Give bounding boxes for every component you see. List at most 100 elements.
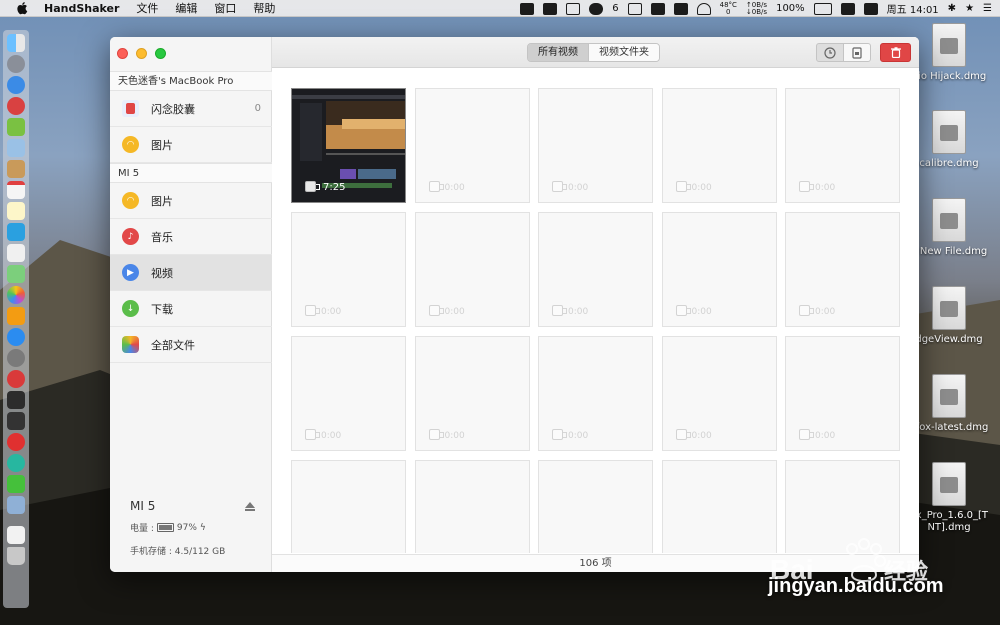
- clock[interactable]: 周五 14:01: [887, 1, 939, 16]
- battery-app-icon[interactable]: [650, 2, 665, 15]
- star-icon[interactable]: ★: [965, 3, 974, 14]
- video-camera-icon: [810, 308, 814, 314]
- video-cell[interactable]: 0:00: [661, 460, 777, 553]
- close-button[interactable]: [117, 48, 128, 59]
- finder-icon[interactable]: [7, 34, 25, 52]
- wifi-icon[interactable]: [696, 2, 711, 15]
- terminal-icon[interactable]: [7, 412, 25, 430]
- video-duration: 0:00: [444, 183, 465, 193]
- notification-center-icon[interactable]: ☰: [983, 3, 992, 14]
- notes-icon[interactable]: [7, 202, 25, 220]
- select-checkbox[interactable]: [799, 429, 810, 440]
- apple-menu-icon[interactable]: [16, 1, 30, 15]
- video-cell[interactable]: 0:00: [414, 212, 530, 327]
- search-app-icon[interactable]: [7, 223, 25, 241]
- sidebar-item-music[interactable]: ♪ 音乐: [110, 219, 272, 255]
- video-cell[interactable]: 0:00: [538, 212, 653, 327]
- menu-file[interactable]: 文件: [136, 0, 158, 16]
- video-cell[interactable]: 0:00: [291, 336, 406, 451]
- maps-icon[interactable]: [7, 265, 25, 283]
- select-checkbox[interactable]: [799, 181, 810, 192]
- paperclip-icon[interactable]: [566, 2, 581, 15]
- menu-window[interactable]: 窗口: [214, 0, 236, 16]
- screen-icon[interactable]: [863, 2, 878, 15]
- delete-button[interactable]: [880, 43, 911, 62]
- video-cell[interactable]: 0:00: [291, 460, 406, 553]
- notes-box-icon[interactable]: [7, 160, 25, 178]
- vivaldi-icon[interactable]: [7, 370, 25, 388]
- select-checkbox[interactable]: [675, 305, 687, 316]
- history-button[interactable]: [816, 43, 844, 62]
- video-cell[interactable]: 0:00: [785, 88, 900, 203]
- calendar-icon[interactable]: [7, 181, 25, 199]
- sync-app-icon[interactable]: [7, 454, 25, 472]
- video-cell[interactable]: 0:00: [291, 212, 406, 327]
- android-icon[interactable]: [7, 118, 25, 136]
- menu-edit[interactable]: 编辑: [175, 0, 197, 16]
- sidebar-item-mac-pictures[interactable]: ◠ 图片: [110, 127, 272, 163]
- zoom-button[interactable]: [155, 48, 166, 59]
- select-checkbox[interactable]: [799, 305, 810, 316]
- video-cell[interactable]: 0:00: [785, 212, 900, 327]
- select-checkbox[interactable]: [552, 305, 563, 316]
- photos-icon[interactable]: [7, 286, 25, 304]
- select-checkbox[interactable]: [305, 429, 316, 440]
- select-checkbox[interactable]: [552, 429, 563, 440]
- netease-app-icon[interactable]: [7, 97, 25, 115]
- phone-section-header: MI 5: [110, 163, 272, 183]
- text-editor-icon[interactable]: [7, 496, 25, 514]
- video-cell[interactable]: 0:00: [414, 336, 530, 451]
- video-cell[interactable]: 7:25: [291, 88, 406, 203]
- video-cell[interactable]: 0:00: [785, 336, 900, 451]
- select-checkbox[interactable]: [675, 181, 687, 192]
- video-cell[interactable]: 0:00: [414, 88, 530, 203]
- wechat-icon[interactable]: [589, 2, 604, 15]
- select-checkbox[interactable]: [428, 305, 440, 316]
- save-to-mac-button[interactable]: [843, 43, 871, 62]
- wechat-dock-icon[interactable]: [7, 475, 25, 493]
- reminders-icon[interactable]: [7, 244, 25, 262]
- tab-all-videos[interactable]: 所有视频: [528, 44, 588, 61]
- sidebar-item-all-files[interactable]: 全部文件: [110, 327, 272, 363]
- eject-icon[interactable]: [245, 502, 255, 511]
- sidebar-item-flash-capsule[interactable]: 闪念胶囊 0: [110, 91, 272, 127]
- battery-icon[interactable]: [813, 2, 832, 15]
- video-cell[interactable]: 0:00: [661, 336, 777, 451]
- video-cell[interactable]: 0:00: [414, 460, 530, 553]
- launchpad-icon[interactable]: [7, 55, 25, 73]
- select-checkbox[interactable]: [675, 429, 687, 440]
- select-checkbox[interactable]: [305, 305, 316, 316]
- menu-help[interactable]: 帮助: [253, 0, 275, 16]
- document-icon[interactable]: [7, 526, 25, 544]
- select-checkbox[interactable]: [428, 181, 440, 192]
- video-cell[interactable]: 0:00: [538, 460, 653, 553]
- video-cell[interactable]: 0:00: [661, 88, 777, 203]
- preview-icon[interactable]: [7, 139, 25, 157]
- video-cell[interactable]: 0:00: [661, 212, 777, 327]
- select-checkbox[interactable]: [428, 429, 440, 440]
- select-checkbox[interactable]: [552, 181, 563, 192]
- activity-monitor-icon[interactable]: [7, 391, 25, 409]
- grid-app-icon[interactable]: [673, 2, 688, 15]
- trash-icon[interactable]: [7, 547, 25, 565]
- input-method-icon[interactable]: [840, 2, 855, 15]
- battery-percent: 100%: [776, 3, 805, 14]
- safari-icon[interactable]: [7, 76, 25, 94]
- video-cell[interactable]: 0:00: [538, 336, 653, 451]
- netease-music-icon[interactable]: [7, 433, 25, 451]
- ibooks-icon[interactable]: [7, 307, 25, 325]
- tab-video-folders[interactable]: 视频文件夹: [588, 44, 659, 61]
- evernote-icon[interactable]: [543, 2, 558, 15]
- handshaker-icon[interactable]: [627, 2, 642, 15]
- minimize-button[interactable]: [136, 48, 147, 59]
- video-cell[interactable]: 0:00: [538, 88, 653, 203]
- app-store-icon[interactable]: [7, 328, 25, 346]
- app-menu[interactable]: HandShaker: [44, 2, 119, 15]
- select-checkbox[interactable]: [305, 181, 316, 192]
- sync-status-icon[interactable]: [520, 2, 535, 15]
- sidebar-item-pictures[interactable]: ◠ 图片: [110, 183, 272, 219]
- bluetooth-icon[interactable]: ✱: [948, 3, 956, 14]
- system-preferences-icon[interactable]: [7, 349, 25, 367]
- sidebar-item-videos[interactable]: ▶ 视频: [110, 255, 272, 291]
- sidebar-item-downloads[interactable]: ↓ 下载: [110, 291, 272, 327]
